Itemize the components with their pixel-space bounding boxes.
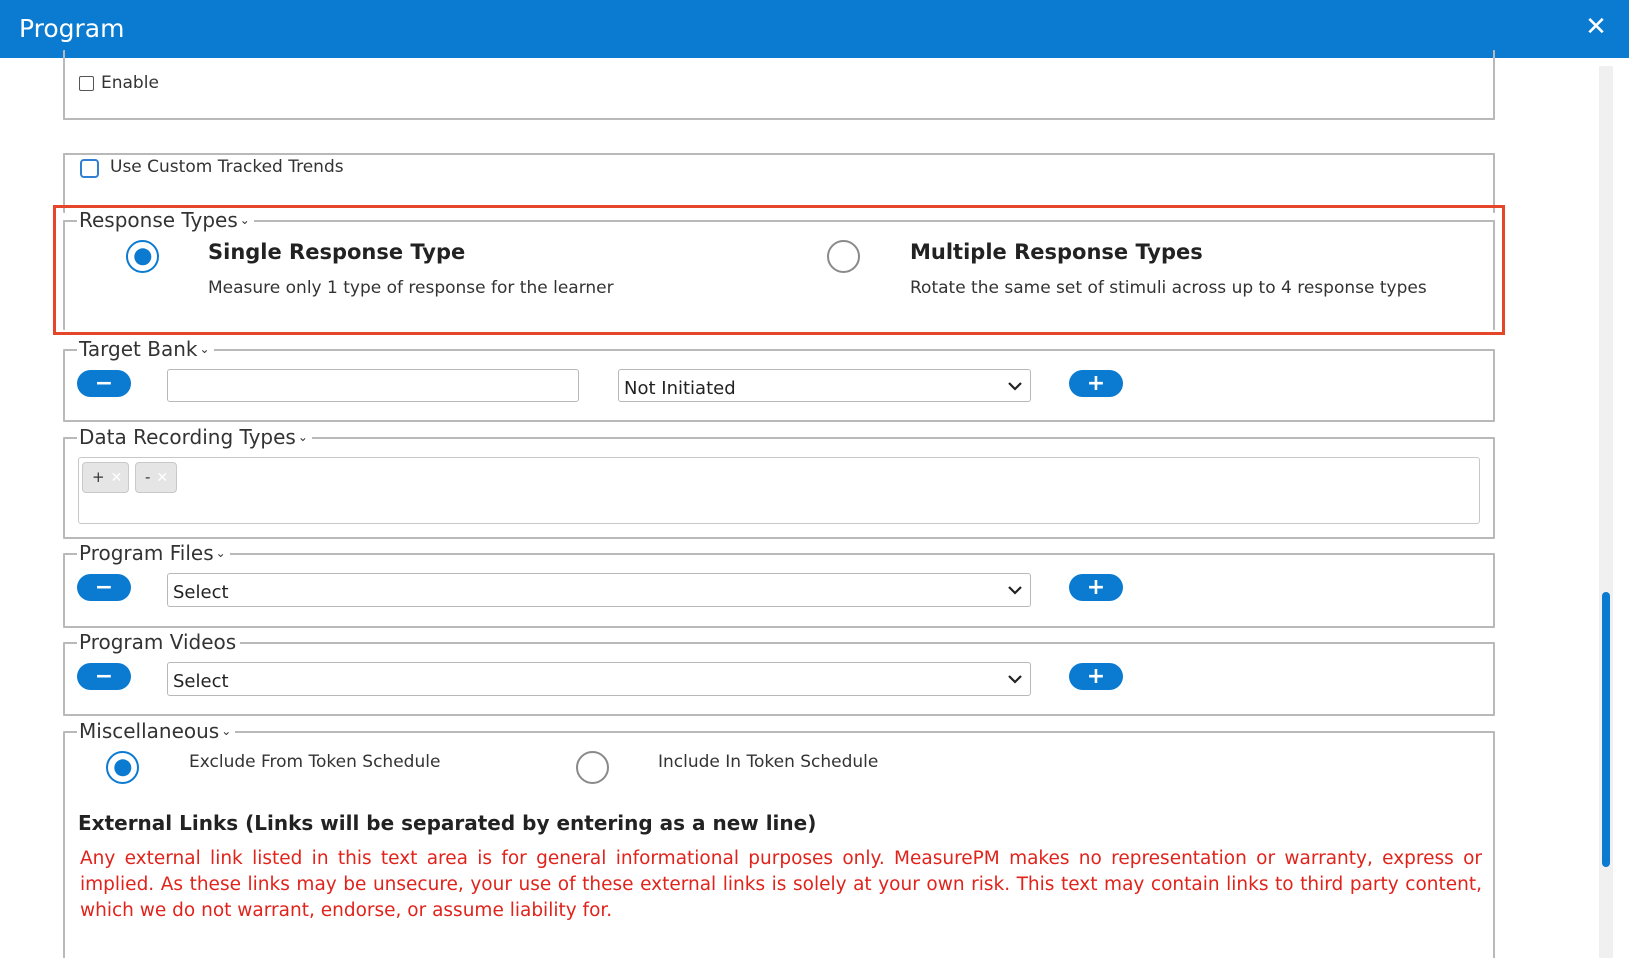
add-target-button[interactable]: + xyxy=(1069,370,1123,397)
remove-tag-icon[interactable]: ✕ xyxy=(156,470,168,486)
add-video-button[interactable]: + xyxy=(1069,663,1123,690)
target-bank-legend[interactable]: Target Bank ⌄ xyxy=(77,335,214,363)
remove-video-button[interactable]: − xyxy=(77,663,131,690)
chevron-down-icon: ⌄ xyxy=(297,430,308,444)
enable-section xyxy=(63,50,1495,120)
program-videos-value: Select xyxy=(173,671,229,692)
add-file-button[interactable]: + xyxy=(1069,574,1123,601)
external-links-disclaimer: Any external link listed in this text ar… xyxy=(80,848,1482,921)
include-token-schedule-radio[interactable] xyxy=(576,751,609,784)
chevron-down-icon: ⌄ xyxy=(215,546,226,560)
tag-plus[interactable]: + ✕ xyxy=(82,462,129,493)
scrollbar-thumb[interactable] xyxy=(1602,592,1610,867)
target-input[interactable] xyxy=(167,369,579,402)
exclude-token-schedule-radio[interactable] xyxy=(106,751,139,784)
data-recording-types-legend[interactable]: Data Recording Types ⌄ xyxy=(77,423,312,451)
program-files-value: Select xyxy=(173,582,229,603)
program-videos-legend: Program Videos xyxy=(77,628,241,656)
target-status-value: Not Initiated xyxy=(624,378,736,399)
chevron-down-icon: ⌄ xyxy=(221,724,232,738)
external-links-heading: External Links (Links will be separated … xyxy=(78,811,817,835)
program-files-select[interactable]: Select xyxy=(167,573,1031,607)
remove-tag-icon[interactable]: ✕ xyxy=(111,470,123,486)
include-token-schedule-label: Include In Token Schedule xyxy=(658,752,879,772)
chevron-down-icon xyxy=(1008,382,1022,391)
target-status-select[interactable]: Not Initiated xyxy=(618,369,1031,402)
miscellaneous-legend[interactable]: Miscellaneous ⌄ xyxy=(77,717,236,745)
window-title: Program xyxy=(19,14,125,43)
exclude-token-schedule-label: Exclude From Token Schedule xyxy=(189,752,441,772)
program-videos-select[interactable]: Select xyxy=(167,662,1031,696)
program-files-legend[interactable]: Program Files ⌄ xyxy=(77,539,230,567)
custom-tracked-trends-checkbox[interactable] xyxy=(80,159,99,178)
enable-checkbox[interactable] xyxy=(79,76,94,91)
remove-target-button[interactable]: − xyxy=(77,370,131,397)
response-types-highlight xyxy=(53,205,1505,335)
tag-minus[interactable]: - ✕ xyxy=(135,462,177,493)
chevron-down-icon xyxy=(1008,586,1022,595)
close-icon[interactable]: ✕ xyxy=(1583,14,1609,40)
enable-label: Enable xyxy=(101,73,159,93)
data-recording-tags-input[interactable] xyxy=(78,457,1480,524)
chevron-down-icon: ⌄ xyxy=(199,342,210,356)
remove-file-button[interactable]: − xyxy=(77,574,131,601)
chevron-down-icon xyxy=(1008,675,1022,684)
custom-tracked-trends-label: Use Custom Tracked Trends xyxy=(110,157,344,177)
